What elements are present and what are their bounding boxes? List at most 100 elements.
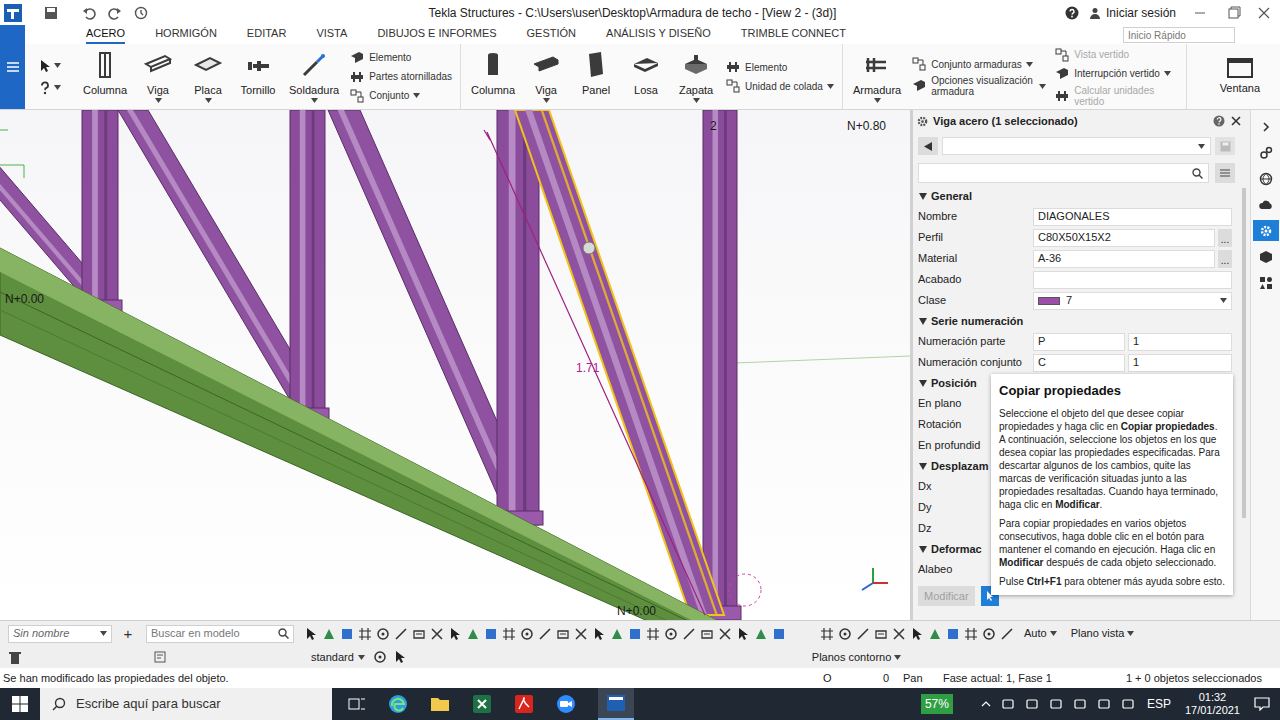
trash-icon[interactable] (9, 651, 21, 664)
truss-post[interactable] (493, 110, 543, 525)
side-bar-button[interactable] (1253, 246, 1279, 267)
tool-icon[interactable] (448, 627, 462, 641)
zoom-icon[interactable] (556, 694, 576, 714)
tool-icon[interactable] (856, 627, 870, 641)
property-field[interactable]: A-36 (1033, 250, 1215, 268)
ribbon-tab[interactable]: ANÁLISIS Y DISEÑO (606, 25, 711, 45)
tool-icon[interactable] (502, 627, 516, 641)
side-bar-button[interactable] (1253, 272, 1279, 293)
signin-button[interactable]: Iniciar sesión (1089, 4, 1176, 22)
tool-icon[interactable] (820, 627, 834, 641)
tool-icon[interactable] (538, 627, 552, 641)
browse-button[interactable]: ... (1218, 229, 1232, 247)
ribbon-button[interactable]: Armadura (851, 44, 903, 109)
tool-icon[interactable] (484, 627, 498, 641)
ribbon-small-button[interactable]: Conjunto (349, 88, 452, 104)
truss-post[interactable] (286, 110, 329, 422)
bottom-chord[interactable] (0, 248, 720, 620)
side-bar-button[interactable] (1253, 116, 1279, 137)
tool-icon[interactable] (646, 627, 660, 641)
ribbon-button[interactable]: Tornillo (237, 44, 279, 109)
panel-scrollbar[interactable] (1242, 188, 1246, 518)
tool-icon[interactable] (373, 650, 387, 664)
prefix-field[interactable]: P (1033, 333, 1125, 351)
ribbon-small-button[interactable]: Vista vertido (1054, 47, 1178, 63)
tool-icon[interactable] (38, 59, 52, 73)
save-icon[interactable] (44, 6, 58, 20)
tool-icon[interactable] (700, 627, 714, 641)
tool-icon[interactable] (304, 627, 318, 641)
tool-icon[interactable] (718, 627, 732, 641)
redo-icon[interactable] (108, 6, 122, 20)
undo-icon[interactable] (82, 6, 96, 20)
class-dropdown[interactable]: 7 (1033, 292, 1232, 310)
selection-filter-dropdown[interactable]: standard (311, 649, 365, 666)
filter-icon[interactable] (154, 651, 166, 663)
back-button[interactable] (918, 137, 938, 155)
options-menu-button[interactable] (1215, 163, 1235, 183)
ribbon-small-button[interactable]: Elemento (725, 59, 834, 75)
tool-icon[interactable] (682, 627, 696, 641)
input-language[interactable]: ESP (1147, 695, 1171, 713)
ribbon-small-button[interactable]: Elemento (349, 50, 452, 66)
tool-icon[interactable] (910, 627, 924, 641)
tool-icon[interactable] (466, 627, 480, 641)
side-bar-button[interactable] (1253, 142, 1279, 163)
tool-icon[interactable] (376, 627, 390, 641)
saved-settings-dropdown[interactable] (942, 137, 1211, 155)
side-bar-button[interactable] (1253, 194, 1279, 215)
contour-planes-dropdown[interactable]: Planos contorno (812, 649, 902, 666)
tool-icon[interactable] (946, 627, 960, 641)
ribbon-button[interactable]: Zapata (675, 44, 717, 109)
tool-icon[interactable] (754, 627, 768, 641)
battery-indicator[interactable]: 57% (921, 694, 953, 714)
quick-search[interactable]: Inicio Rápido (1123, 27, 1235, 43)
tool-icon[interactable] (928, 627, 942, 641)
truss-model-drawing[interactable]: N+0.00N+0.00N+0.8021.71 (0, 110, 910, 620)
close-icon[interactable] (1230, 115, 1242, 127)
notifications-icon[interactable] (1254, 697, 1270, 711)
truss-post[interactable] (699, 110, 741, 620)
tool-icon[interactable] (892, 627, 906, 641)
tool-icon[interactable] (1000, 627, 1014, 641)
ribbon-tab[interactable]: TRIMBLE CONNECT (741, 25, 846, 45)
view-name-dropdown[interactable]: Sin nombre (8, 625, 112, 643)
tool-icon[interactable] (358, 627, 372, 641)
ribbon-tab[interactable]: ACERO (86, 25, 125, 45)
tool-icon[interactable] (610, 627, 624, 641)
tool-icon[interactable] (412, 627, 426, 641)
ribbon-tab[interactable]: VISTA (316, 25, 347, 45)
ribbon-tab[interactable]: HORMIGÓN (155, 25, 217, 45)
ribbon-button[interactable]: Soldadura (287, 44, 341, 109)
clock[interactable]: 01:3217/01/2021 (1185, 691, 1240, 717)
ribbon-button[interactable]: Placa (187, 44, 229, 109)
tool-icon[interactable] (322, 627, 336, 641)
tool-icon[interactable] (520, 627, 534, 641)
excel-icon[interactable] (472, 694, 492, 714)
tool-icon[interactable] (394, 627, 408, 641)
tray-icon[interactable] (1097, 697, 1111, 711)
tool-icon[interactable] (982, 627, 996, 641)
tool-icon[interactable] (772, 627, 786, 641)
property-search[interactable] (918, 163, 1209, 183)
window-button[interactable]: Ventana (1220, 44, 1280, 109)
property-field[interactable] (1033, 271, 1232, 289)
tool-icon[interactable] (393, 650, 407, 664)
tray-icon[interactable] (1001, 697, 1015, 711)
ribbon-tab[interactable]: DIBUJOS E INFORMES (377, 25, 496, 45)
ribbon-button[interactable]: Losa (625, 44, 667, 109)
prefix-field[interactable]: C (1033, 354, 1125, 372)
restore-icon[interactable] (1224, 6, 1244, 20)
ribbon-button[interactable]: Viga (137, 44, 179, 109)
side-bar-button[interactable] (1253, 220, 1279, 241)
property-field[interactable]: DIAGONALES (1033, 208, 1232, 226)
browse-button[interactable]: ... (1218, 250, 1232, 268)
app-menu-strip[interactable] (0, 25, 25, 109)
model-viewport[interactable]: N+0.00N+0.00N+0.8021.71 (0, 110, 910, 620)
close-icon[interactable] (1254, 6, 1274, 20)
tool-icon[interactable] (340, 627, 354, 641)
query-icon[interactable] (38, 81, 52, 95)
add-button[interactable]: + (120, 626, 136, 642)
tool-icon[interactable] (592, 627, 606, 641)
selection-handle-icon[interactable] (583, 242, 595, 254)
